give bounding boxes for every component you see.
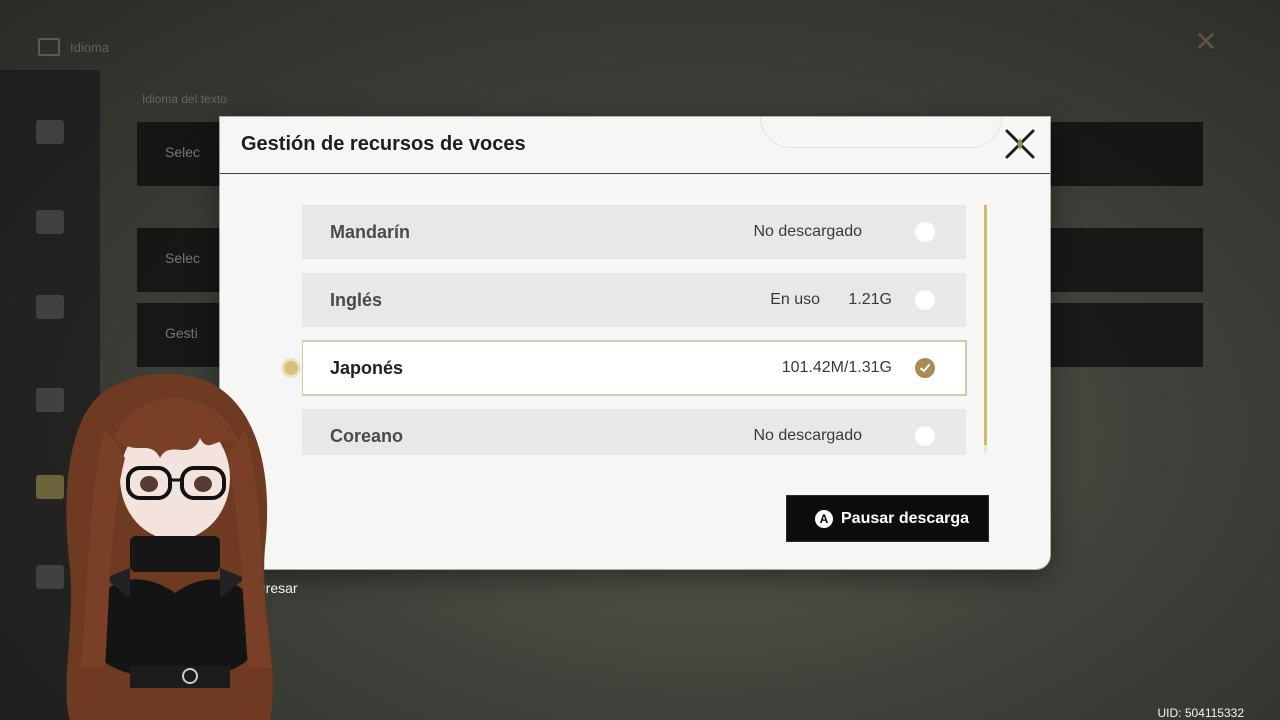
language-row-korean[interactable]: Coreano No descargado — [302, 409, 966, 455]
download-status: En uso — [770, 291, 820, 308]
pause-download-button[interactable]: A Pausar descarga — [786, 495, 989, 542]
language-list: Mandarín No descargado Inglés En uso 1.2… — [302, 205, 968, 455]
dialog-title: Gestión de recursos de voces — [241, 133, 526, 155]
background-row-label: Selec — [165, 144, 201, 160]
a-button-icon: A — [815, 509, 833, 528]
download-status: No descargado — [753, 223, 862, 240]
background-row-label: Gesti — [165, 325, 198, 341]
dialog-header: Gestión de recursos de voces — [220, 117, 1050, 174]
background-row-label: Selec — [165, 250, 201, 266]
language-name: Coreano — [330, 425, 404, 446]
language-name: Inglés — [330, 289, 383, 310]
settings-header: Idioma — [38, 36, 109, 58]
radio-unselected-icon[interactable] — [915, 222, 935, 242]
scrollbar-thumb[interactable] — [984, 205, 987, 445]
language-row-mandarin[interactable]: Mandarín No descargado — [302, 205, 966, 259]
download-status: No descargado — [753, 427, 862, 444]
download-progress: 101.42M/1.31G — [781, 359, 892, 376]
nav-icon[interactable] — [36, 120, 64, 144]
checkmark-icon[interactable] — [915, 358, 935, 378]
language-name: Mandarín — [330, 221, 411, 242]
background-section-caption: Idioma del texto — [142, 92, 227, 106]
radio-unselected-icon[interactable] — [915, 426, 935, 446]
settings-icon — [38, 38, 60, 56]
resource-size: 1.21G — [848, 291, 892, 308]
background-close-icon[interactable]: ✕ — [1192, 28, 1220, 56]
scrollbar[interactable] — [984, 205, 987, 453]
settings-title: Idioma — [70, 39, 110, 55]
close-icon[interactable] — [1003, 127, 1037, 161]
nav-icon[interactable] — [36, 210, 64, 234]
language-row-english[interactable]: Inglés En uso 1.21G — [302, 273, 966, 327]
pause-download-label: Pausar descarga — [841, 509, 970, 527]
user-id: UID: 504115332 — [1157, 706, 1244, 720]
vtuber-avatar — [66, 373, 273, 720]
language-row-japanese[interactable]: Japonés 101.42M/1.31G — [302, 340, 967, 396]
language-name: Japonés — [330, 357, 404, 378]
radio-unselected-icon[interactable] — [915, 290, 935, 310]
nav-icon[interactable] — [36, 295, 64, 319]
voice-resources-dialog: Gestión de recursos de voces Mandarín No… — [220, 117, 1050, 569]
